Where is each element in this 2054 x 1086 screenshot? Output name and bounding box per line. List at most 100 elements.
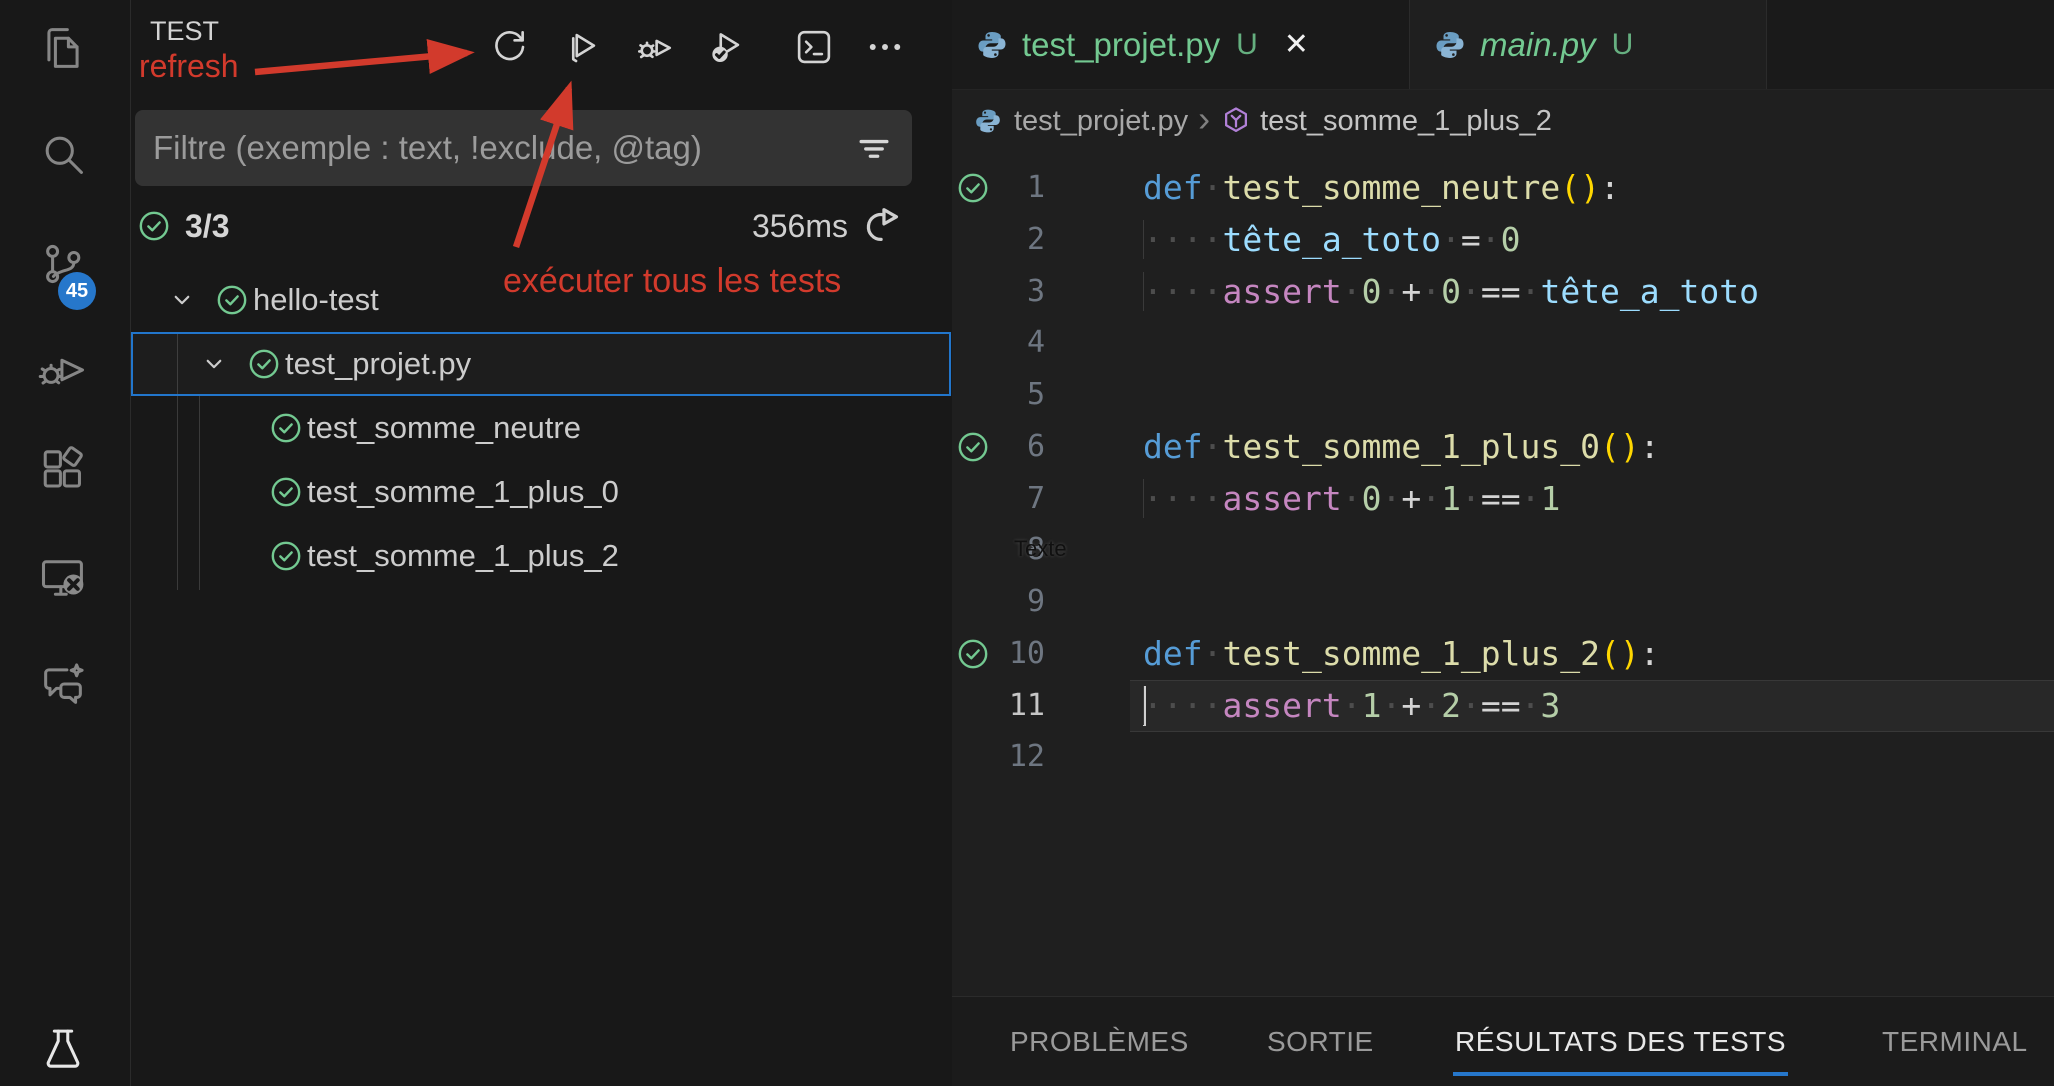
token-ws: · bbox=[1461, 479, 1481, 518]
line-number: 6 bbox=[972, 421, 1045, 473]
token-ws: · bbox=[1381, 272, 1401, 311]
overlay-artifact-label: Texte bbox=[1014, 536, 1067, 562]
editor-group: test_projet.pyU✕main.pyU test_projet.py … bbox=[952, 0, 2054, 1086]
symbol-method-icon bbox=[1220, 105, 1252, 137]
chevron-down-icon[interactable] bbox=[167, 285, 197, 315]
panel-tab-TERMINAL[interactable]: TERMINAL bbox=[1882, 997, 2028, 1086]
token-num: 3 bbox=[1540, 686, 1560, 725]
refresh-tests-icon[interactable] bbox=[486, 24, 532, 70]
token-ws: · bbox=[1342, 479, 1362, 518]
token-ctl: assert bbox=[1222, 479, 1341, 518]
more-actions-icon[interactable] bbox=[862, 24, 908, 70]
filter-icon[interactable] bbox=[852, 126, 896, 170]
test-filter-input[interactable] bbox=[135, 129, 852, 167]
bottom-panel: PROBLÈMES SORTIE RÉSULTATS DES TESTS TERMIN… bbox=[952, 996, 2054, 1086]
token-ws: · bbox=[1421, 686, 1441, 725]
code-line-2[interactable]: 2 ····tête_a_toto·=·0 bbox=[952, 214, 2054, 266]
passed-ratio: 3/3 bbox=[185, 208, 229, 245]
token-ind: ···· bbox=[1143, 479, 1222, 518]
line-number: 5 bbox=[972, 369, 1045, 421]
test-tree-item-label: hello-test bbox=[253, 282, 379, 318]
activity-search-icon[interactable] bbox=[35, 126, 91, 182]
activity-remote-explorer-icon[interactable] bbox=[35, 550, 91, 606]
tab-separator bbox=[1409, 0, 1410, 89]
code-line-10[interactable]: 10def·test_somme_1_plus_2(): bbox=[952, 628, 2054, 680]
breadcrumb-symbol[interactable]: test_somme_1_plus_2 bbox=[1260, 105, 1552, 138]
token-ctl: assert bbox=[1222, 272, 1341, 311]
token-pn: : bbox=[1640, 427, 1660, 466]
test-filter-box bbox=[135, 110, 912, 186]
token-ws: · bbox=[1421, 272, 1441, 311]
python-file-icon bbox=[1434, 29, 1466, 61]
code-line-6[interactable]: 6def·test_somme_1_plus_0(): bbox=[952, 421, 2054, 473]
test-passed-icon bbox=[215, 283, 249, 317]
line-number: 7 bbox=[972, 473, 1045, 525]
run-with-coverage-icon[interactable] bbox=[703, 24, 749, 70]
code-text: ····tête_a_toto·=·0 bbox=[1143, 214, 1521, 266]
test-passed-icon bbox=[269, 411, 303, 445]
test-tree-item-test_somme_neutre[interactable]: test_somme_neutre bbox=[131, 396, 951, 460]
code-line-9[interactable]: 9 bbox=[952, 576, 2054, 628]
editor-tab-main.py[interactable]: main.pyU bbox=[1410, 0, 1766, 89]
token-ws: · bbox=[1521, 686, 1541, 725]
token-op: + bbox=[1401, 272, 1421, 311]
show-output-terminal-icon[interactable] bbox=[791, 24, 837, 70]
python-file-icon bbox=[974, 107, 1002, 135]
test-tree-item-hello-test[interactable]: hello-test bbox=[131, 268, 951, 332]
token-var: tête_a_toto bbox=[1540, 272, 1759, 311]
activity-extensions-icon[interactable] bbox=[35, 442, 91, 498]
token-fn: test_somme_1_plus_2 bbox=[1222, 634, 1600, 673]
token-ws: · bbox=[1441, 220, 1461, 259]
token-ws: · bbox=[1461, 686, 1481, 725]
panel-tab-RÉSULTATS DES TESTS[interactable]: RÉSULTATS DES TESTS bbox=[1455, 997, 1786, 1086]
line-number: 1 bbox=[972, 162, 1045, 214]
test-passed-icon bbox=[269, 539, 303, 573]
activity-testing-icon[interactable] bbox=[35, 1020, 91, 1076]
activity-chat-icon[interactable] bbox=[35, 656, 91, 712]
token-op: == bbox=[1481, 479, 1521, 518]
code-line-8[interactable]: 8 bbox=[952, 524, 2054, 576]
run-all-tests-icon[interactable] bbox=[559, 24, 605, 70]
code-text: def·test_somme_neutre(): bbox=[1143, 162, 1620, 214]
editor-tab-test_projet.py[interactable]: test_projet.pyU✕ bbox=[952, 0, 1409, 89]
code-line-5[interactable]: 5 bbox=[952, 369, 2054, 421]
token-num: 1 bbox=[1540, 479, 1560, 518]
line-number: 2 bbox=[972, 214, 1045, 266]
code-line-3[interactable]: 3····assert·0·+·0·==·tête_a_toto bbox=[952, 266, 2054, 318]
pass-check-icon bbox=[137, 209, 171, 243]
token-ws: · bbox=[1461, 272, 1481, 311]
source-control-badge: 45 bbox=[58, 272, 96, 310]
breadcrumb-file[interactable]: test_projet.py bbox=[1014, 105, 1188, 138]
breadcrumb[interactable]: test_projet.py › test_somme_1_plus_2 bbox=[952, 90, 2054, 152]
token-fn: test_somme_neutre bbox=[1222, 168, 1560, 207]
test-tree: hello-test test_projet.pytest_somme_neutr… bbox=[131, 262, 952, 602]
code-line-1[interactable]: 1 def·test_somme_neutre(): bbox=[952, 162, 2054, 214]
activity-run-debug-icon[interactable] bbox=[35, 342, 91, 398]
code-text: ····assert·1·+·2·==·3 bbox=[1143, 680, 1560, 732]
token-br: () bbox=[1600, 634, 1640, 673]
python-file-icon bbox=[976, 29, 1008, 61]
rerun-last-run-icon[interactable] bbox=[860, 203, 906, 249]
test-tree-item-test_somme_1_plus_2[interactable]: test_somme_1_plus_2 bbox=[131, 524, 951, 588]
test-tree-item-test_projet.py[interactable]: test_projet.py bbox=[131, 332, 951, 396]
code-line-7[interactable]: 7····assert·0·+·1·==·1 bbox=[952, 473, 2054, 525]
activity-explorer-icon[interactable] bbox=[35, 20, 91, 76]
test-tree-item-label: test_somme_1_plus_0 bbox=[307, 474, 619, 510]
panel-tab-SORTIE[interactable]: SORTIE bbox=[1267, 997, 1374, 1086]
git-untracked-badge: U bbox=[1612, 28, 1634, 62]
token-ws: · bbox=[1342, 272, 1362, 311]
chevron-down-icon[interactable] bbox=[199, 349, 229, 379]
token-pn: : bbox=[1640, 634, 1660, 673]
debug-all-tests-icon[interactable] bbox=[631, 24, 677, 70]
code-line-11[interactable]: 11····assert·1·+·2·==·3 bbox=[952, 680, 2054, 732]
token-num: 2 bbox=[1441, 686, 1461, 725]
token-op: == bbox=[1481, 686, 1521, 725]
code-line-4[interactable]: 4 bbox=[952, 317, 2054, 369]
panel-tab-PROBLÈMES[interactable]: PROBLÈMES bbox=[1010, 997, 1189, 1086]
test-tree-item-test_somme_1_plus_0[interactable]: test_somme_1_plus_0 bbox=[131, 460, 951, 524]
code-area[interactable]: 1def·test_somme_neutre():2····tête_a_tot… bbox=[952, 152, 2054, 992]
close-tab-icon[interactable]: ✕ bbox=[1284, 27, 1309, 62]
code-line-12[interactable]: 12 bbox=[952, 731, 2054, 783]
test-duration: 356ms bbox=[752, 208, 848, 245]
token-ws: · bbox=[1342, 686, 1362, 725]
